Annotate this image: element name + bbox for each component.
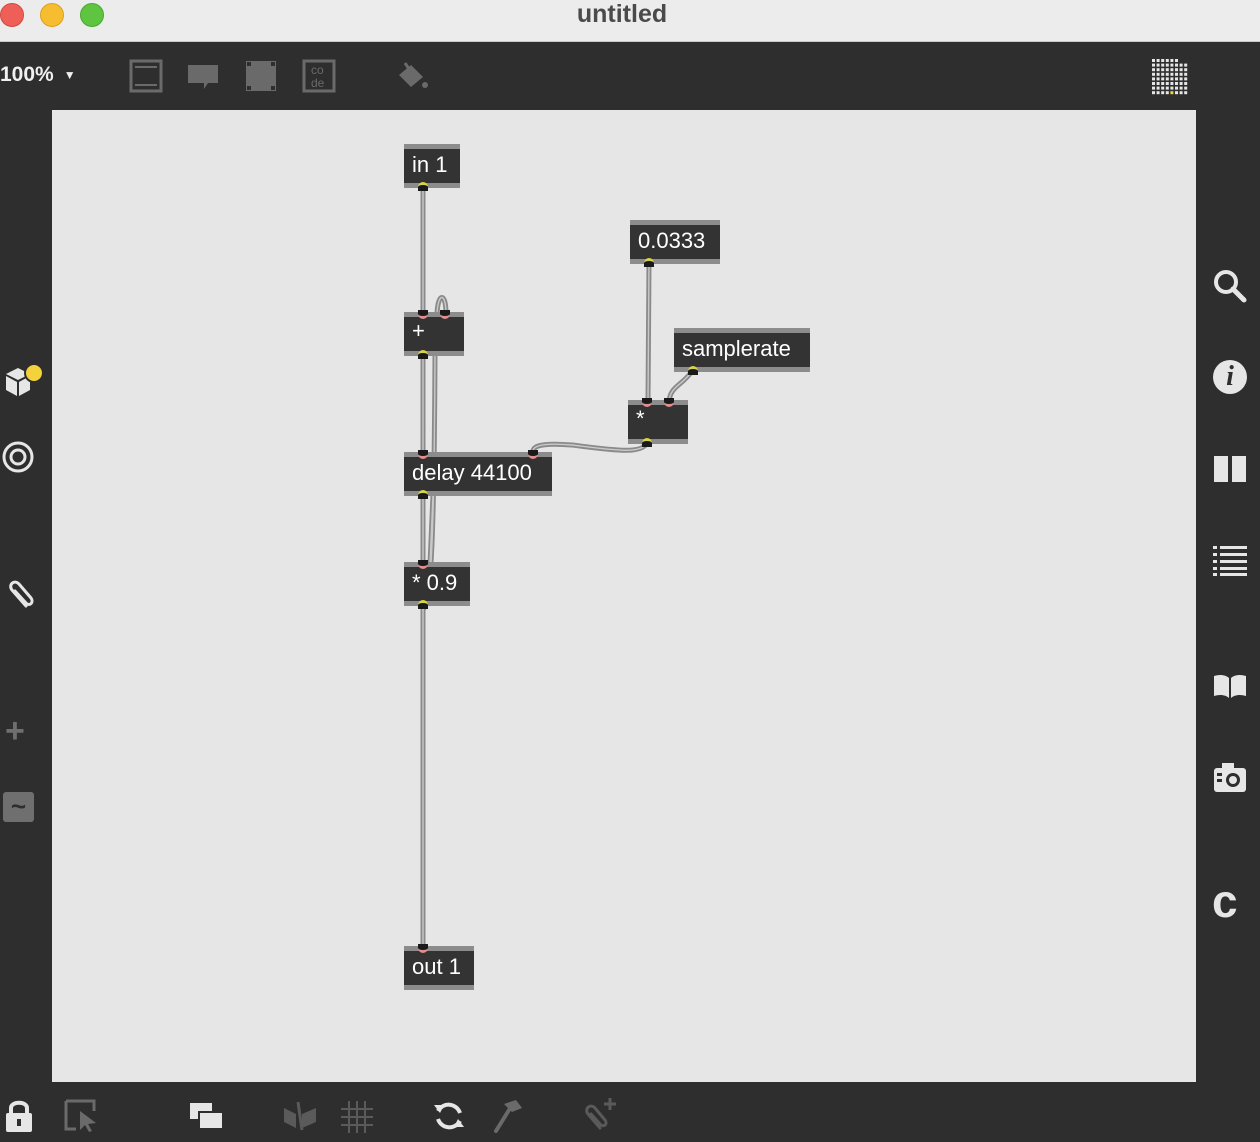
- top-toolbar: 100% ▼ co de: [0, 43, 1260, 109]
- zoom-dropdown[interactable]: 100% ▼: [0, 63, 76, 87]
- inlet-right[interactable]: [528, 450, 538, 459]
- c-icon[interactable]: c: [1212, 876, 1238, 926]
- patcher-window: untitled 100% ▼ co de in 1 + 0.0333 samp…: [0, 0, 1260, 1142]
- object-label: 0.0333: [638, 228, 706, 253]
- object-label: samplerate: [682, 336, 791, 361]
- select-cursor-icon[interactable]: [64, 1099, 100, 1133]
- object-delay-44100[interactable]: delay 44100: [404, 450, 552, 499]
- cord-const-to-mult: [645, 259, 652, 405]
- columns-icon[interactable]: [1213, 454, 1247, 484]
- search-icon[interactable]: [1212, 268, 1248, 304]
- object-label: +: [412, 318, 425, 343]
- object-multiply[interactable]: *: [628, 398, 688, 447]
- chevron-down-icon: ▼: [63, 68, 76, 82]
- paperclip-icon[interactable]: [2, 578, 36, 614]
- outlet[interactable]: [418, 490, 428, 499]
- inlet-left[interactable]: [418, 310, 428, 319]
- object-gain-0-9[interactable]: * 0.9: [404, 560, 470, 609]
- window-title: untitled: [576, 0, 668, 28]
- svg-text:co: co: [311, 63, 324, 77]
- tilde-glyph: ~: [10, 791, 27, 821]
- plus-icon[interactable]: +: [5, 712, 25, 751]
- inlet-left[interactable]: [418, 450, 428, 459]
- outlet[interactable]: [644, 258, 654, 267]
- object-label: delay 44100: [412, 460, 532, 485]
- grid-icon[interactable]: [340, 1100, 374, 1134]
- target-icon[interactable]: [2, 441, 36, 475]
- lock-icon[interactable]: [4, 1098, 34, 1134]
- inlet-left[interactable]: [418, 560, 428, 569]
- outlet[interactable]: [418, 600, 428, 609]
- info-glyph: i: [1226, 361, 1234, 392]
- object-in-1[interactable]: in 1: [404, 144, 460, 191]
- inspector-box-icon[interactable]: [244, 59, 278, 93]
- hide-icon[interactable]: [282, 1100, 318, 1132]
- outlet[interactable]: [418, 182, 428, 191]
- camera-icon[interactable]: [1212, 760, 1248, 796]
- object-samplerate[interactable]: samplerate: [674, 328, 810, 375]
- inlet-right[interactable]: [664, 398, 674, 407]
- object-plus[interactable]: +: [404, 310, 464, 359]
- grid-palette-icon[interactable]: [1150, 57, 1190, 97]
- book-icon[interactable]: [1212, 672, 1248, 702]
- object-label: *: [636, 406, 645, 431]
- windows-icon[interactable]: [189, 1101, 225, 1131]
- patch-cords: [420, 183, 696, 951]
- outlet[interactable]: [642, 438, 652, 447]
- hammer-icon[interactable]: [492, 1098, 526, 1134]
- list-icon[interactable]: [1213, 544, 1247, 576]
- bottom-toolbar: [0, 1082, 1260, 1142]
- object-label: in 1: [412, 152, 448, 177]
- code-icon[interactable]: co de: [302, 59, 336, 93]
- info-icon[interactable]: i: [1213, 360, 1247, 394]
- object-label: * 0.9: [412, 570, 458, 595]
- refresh-icon[interactable]: [432, 1099, 466, 1133]
- cord-delay-left: [427, 492, 436, 567]
- inlet-left[interactable]: [642, 398, 652, 407]
- tilde-icon[interactable]: ~: [3, 792, 34, 822]
- inlet-left[interactable]: [418, 944, 428, 953]
- add-attachment-icon[interactable]: [580, 1096, 620, 1134]
- comment-icon[interactable]: [186, 59, 220, 93]
- svg-text:de: de: [311, 76, 325, 90]
- package-icon[interactable]: [2, 362, 46, 402]
- patch-canvas[interactable]: in 1 + 0.0333 samplerate * delay 44100 *…: [52, 110, 1196, 1082]
- paint-bucket-icon[interactable]: [395, 59, 429, 93]
- outlet[interactable]: [418, 350, 428, 359]
- title-bar: untitled: [0, 0, 1260, 42]
- presentation-icon[interactable]: [129, 59, 163, 93]
- object-label: out 1: [412, 954, 461, 979]
- outlet[interactable]: [688, 366, 698, 375]
- zoom-label: 100%: [0, 63, 54, 86]
- object-out-1[interactable]: out 1: [404, 944, 474, 990]
- inlet-right[interactable]: [440, 310, 450, 319]
- object-constant-0-0333[interactable]: 0.0333: [630, 220, 720, 267]
